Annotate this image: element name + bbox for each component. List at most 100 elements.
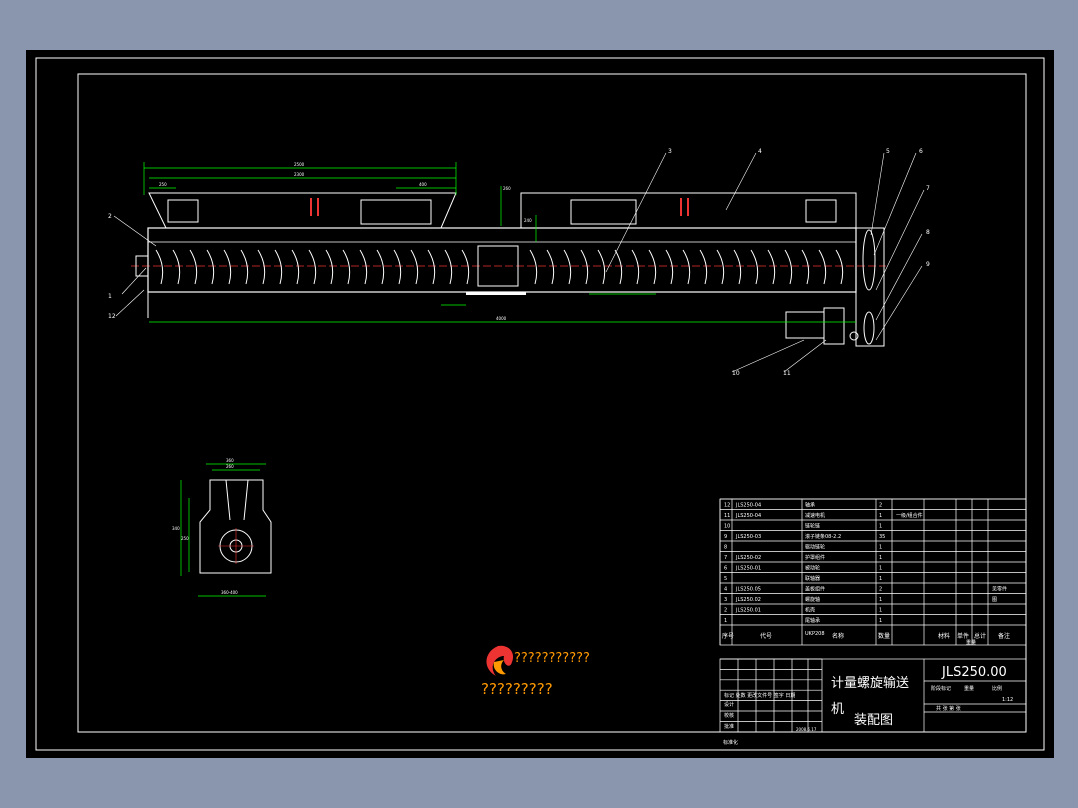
parts-cell-code: JLS250.05 <box>735 587 761 593</box>
parts-cell-qty: 1 <box>879 524 882 530</box>
dim-side-height-inner: 250 <box>181 536 189 541</box>
screw-flight <box>750 249 759 285</box>
tb-ratio: 比例 <box>992 685 1002 692</box>
parts-cell-name: 护罩组件 <box>805 554 825 561</box>
driven-sprocket <box>862 229 876 291</box>
watermark-line1: ??????????? <box>514 651 590 666</box>
tb-date: 2008.6.17 <box>796 727 817 732</box>
drawing-number: JLS250.00 <box>941 665 1007 680</box>
screw-flight <box>240 249 249 285</box>
parts-cell-code: JLS250.02 <box>735 597 761 603</box>
screw-flight <box>529 249 538 285</box>
inspection-port-right <box>805 199 837 223</box>
parts-cell-qty: 1 <box>879 513 882 519</box>
parts-cell-code: JLS250-01 <box>735 566 761 572</box>
dim-middle-segment: 400 <box>419 182 427 187</box>
screw-flight <box>325 249 334 285</box>
callout-2: 2 <box>108 213 112 220</box>
parts-cell-material: 一级/组合件 <box>896 512 923 519</box>
parts-cell-qty: 1 <box>879 576 882 582</box>
watermark-logo <box>486 645 514 676</box>
screw-flight <box>835 249 844 285</box>
screw-flight <box>682 249 691 285</box>
parts-cell-name: 被动轮 <box>805 565 820 572</box>
parts-cell-name: 驱动链轮 <box>805 544 825 551</box>
screw-flight <box>427 249 436 285</box>
parts-cell-qty: 35 <box>879 534 885 540</box>
screw-flight <box>665 249 674 285</box>
screw-flight <box>155 249 164 285</box>
screw-flight <box>597 249 606 285</box>
parts-cell-name: 联轴器 <box>805 575 820 582</box>
tb-design: 设计 <box>724 701 734 708</box>
cover-left <box>148 192 457 229</box>
screw-flight <box>257 249 266 285</box>
screw-flight <box>342 249 351 285</box>
parts-cell-name: 机壳 <box>805 607 815 614</box>
screw-flight <box>801 249 810 285</box>
screw-flight <box>206 249 215 285</box>
cad-drawing: 2500 2300 250 400 260 240 4000 123 4 5 6789… <box>35 57 1045 751</box>
screw-flight <box>291 249 300 285</box>
screw-flight <box>767 249 776 285</box>
parts-cell-qty: 1 <box>879 618 882 624</box>
screw-flight <box>818 249 827 285</box>
screw-flight <box>223 249 232 285</box>
screw-flight <box>631 249 640 285</box>
dim-side-width-top: 360 <box>226 458 234 463</box>
callout-7: 7 <box>926 185 930 192</box>
parts-header-cell: 材料 <box>938 632 950 640</box>
tb-stage: 阶段标记 <box>931 685 951 692</box>
parts-cell-name: 尾轴承 <box>805 617 820 624</box>
parts-header-cell: 数量 <box>878 632 890 640</box>
callout-6: 6 <box>919 148 923 155</box>
parts-cell-no: 10 <box>724 524 730 530</box>
screw-flight <box>189 249 198 285</box>
callout-5: 5 <box>886 148 890 155</box>
screw-flight <box>733 249 742 285</box>
parts-cell-no: 6 <box>724 566 727 572</box>
screw-flight <box>648 249 657 285</box>
screw-flight <box>308 249 317 285</box>
dim-left-segment: 250 <box>159 182 167 187</box>
parts-cell-name: 减速电机 <box>805 512 825 519</box>
tb-approve: 批准 <box>724 723 734 730</box>
dim-side-base: 360-400 <box>221 590 238 595</box>
parts-cell-no: 3 <box>724 597 727 603</box>
outlet-flange <box>466 292 526 295</box>
parts-cell-name: 轴承 <box>805 502 815 509</box>
screw-flight <box>699 249 708 285</box>
drive-sprocket <box>863 311 875 345</box>
parts-cell-qty: 1 <box>879 597 882 603</box>
parts-cell-no: 2 <box>724 608 727 614</box>
parts-cell-remark: 图 <box>992 597 997 603</box>
callout-11: 11 <box>783 370 791 377</box>
scale-value: 1:12 <box>1002 697 1013 703</box>
inspection-window-right <box>570 199 637 225</box>
callout-10: 10 <box>732 370 740 377</box>
parts-cell-no: 11 <box>724 513 730 519</box>
callout-9: 9 <box>926 261 930 268</box>
parts-header-cell: 单件 <box>957 632 969 640</box>
dim-overall-top: 2500 <box>294 162 305 167</box>
parts-cell-no: 8 <box>724 545 727 551</box>
parts-cell-no: 4 <box>724 587 727 593</box>
end-view-housing <box>199 479 272 574</box>
screw-flight <box>444 249 453 285</box>
dim-total-length: 4000 <box>496 316 507 321</box>
title-block: 计量螺旋输送 机 装配图 JLS250.00 1:12 标记 处数 更改文件号 … <box>719 658 1027 746</box>
parts-cell-no: 1 <box>724 618 727 624</box>
parts-cell-no: 9 <box>724 534 727 540</box>
tb-sheet-count: 共 张 第 张 <box>936 705 961 712</box>
callout-3: 3 <box>668 148 672 155</box>
title-line2: 机 <box>831 702 844 717</box>
screw-flight <box>580 249 589 285</box>
parts-cell-no: 12 <box>724 503 730 509</box>
screw-flight <box>393 249 402 285</box>
end-view: 360 260 340 250 360-400 <box>172 458 272 597</box>
parts-cell-qty: 1 <box>879 545 882 551</box>
parts-header-cell: 名称 <box>832 632 844 640</box>
tb-standard: 标准化 <box>723 739 738 746</box>
inspection-port-left <box>167 199 199 223</box>
callout-leaders <box>113 152 925 373</box>
